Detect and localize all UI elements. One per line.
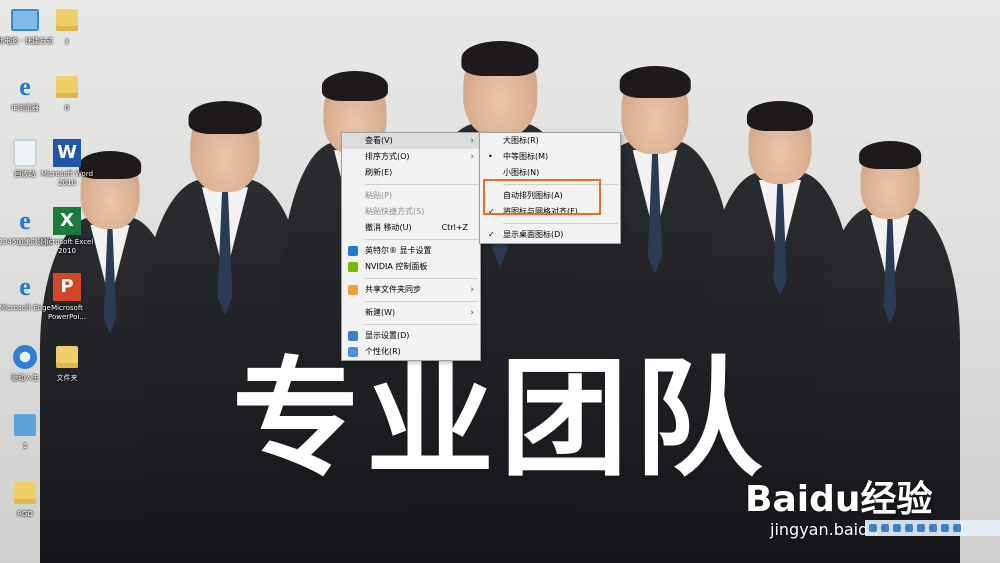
- menu-separator: [365, 239, 478, 240]
- tray-icon[interactable]: [893, 524, 901, 532]
- edge-icon: e: [19, 272, 31, 301]
- menu-item-label: 排序方式(O): [365, 152, 410, 161]
- desktop-wallpaper: 此电脑 - 快捷方式 y e IE浏览器 0 回收站 W Microsoft Word 201…: [0, 0, 1000, 563]
- menu-item: 粘贴快捷方式(S): [342, 204, 480, 220]
- system-tray: [865, 520, 1000, 536]
- menu-item[interactable]: 共享文件夹同步 ›: [342, 282, 480, 298]
- menu-item-label: 刷新(E): [365, 168, 393, 177]
- tray-icon[interactable]: [869, 524, 877, 532]
- folder-icon: [10, 478, 40, 508]
- desktop-icon-label: Microsoft Excel 2010: [40, 238, 94, 255]
- folder-icon: [52, 5, 82, 35]
- chevron-right-icon: ›: [470, 136, 474, 146]
- desktop-icon-folder-0[interactable]: 0: [38, 72, 96, 113]
- menu-item[interactable]: 显示设置(D): [342, 328, 480, 344]
- menu-item-label: 新建(W): [365, 308, 396, 317]
- desktop-icon-powerpoint[interactable]: P Microsoft PowerPoi...: [38, 272, 96, 322]
- menu-item[interactable]: ✓ 显示桌面图标(D): [480, 227, 620, 243]
- menu-item[interactable]: NVIDIA 控制面板: [342, 259, 480, 275]
- menu-item-label: 个性化(R): [365, 347, 401, 356]
- desktop-icon-folder-wenjianjia[interactable]: 文件夹: [38, 342, 96, 383]
- menu-item: 粘贴(P): [342, 188, 480, 204]
- sync-icon: [348, 285, 358, 295]
- desktop-icon-folder-rgd[interactable]: RGD: [0, 478, 54, 519]
- menu-item[interactable]: 英特尔® 显卡设置: [342, 243, 480, 259]
- desktop-icon-folder-y[interactable]: y: [38, 5, 96, 46]
- headline-text: 专业团队: [232, 345, 769, 494]
- menu-separator: [365, 278, 478, 279]
- folder-icon: [52, 342, 82, 372]
- menu-item[interactable]: 个性化(R): [342, 344, 480, 360]
- tray-icon[interactable]: [929, 524, 937, 532]
- desktop-icon-label: 文件夹: [56, 374, 78, 382]
- ie-icon: e: [19, 72, 31, 101]
- personalize-icon: [348, 347, 358, 357]
- menu-separator: [365, 324, 478, 325]
- excel-icon: X: [52, 206, 82, 236]
- nvidia-icon: [348, 262, 358, 272]
- desktop-icon-file-1[interactable]: 1: [0, 410, 54, 451]
- desktop-icon-label: Microsoft PowerPoi...: [47, 304, 87, 321]
- desktop-icon-label: 0: [64, 104, 70, 112]
- menu-item-label: 查看(V): [365, 136, 393, 145]
- radio-dot-icon: •: [488, 152, 493, 161]
- menu-separator: [365, 301, 478, 302]
- menu-item[interactable]: 刷新(E): [342, 165, 480, 181]
- file-icon: [10, 410, 40, 440]
- baidu-jingyan-logo: Baidu经验: [745, 479, 933, 520]
- menu-item-label: 英特尔® 显卡设置: [365, 246, 432, 255]
- word-icon: W: [52, 138, 82, 168]
- folder-icon: [52, 72, 82, 102]
- menu-separator: [365, 184, 478, 185]
- menu-item[interactable]: • 中等图标(M): [480, 149, 620, 165]
- tray-icon[interactable]: [881, 524, 889, 532]
- tray-icon[interactable]: [905, 524, 913, 532]
- ie-icon: e: [19, 206, 31, 235]
- menu-item[interactable]: 查看(V) ›: [342, 133, 480, 149]
- menu-item-label: 粘贴快捷方式(S): [365, 207, 425, 216]
- menu-item-label: 大图标(R): [503, 136, 539, 145]
- watermark-url: jingyan.baidu: [770, 520, 879, 539]
- desktop-icon-label: Microsoft Word 2010: [40, 170, 94, 187]
- gear-icon: [10, 342, 40, 372]
- chevron-right-icon: ›: [470, 285, 474, 295]
- menu-item-label: 显示桌面图标(D): [503, 230, 564, 239]
- tray-icon[interactable]: [917, 524, 925, 532]
- recycle-bin-icon: [10, 138, 40, 168]
- menu-item[interactable]: 新建(W) ›: [342, 305, 480, 321]
- annotation-highlight-box: [483, 179, 601, 215]
- display-icon: [348, 331, 358, 341]
- menu-item-label: 中等图标(M): [503, 152, 549, 161]
- powerpoint-icon: P: [52, 272, 82, 302]
- chevron-right-icon: ›: [470, 152, 474, 162]
- menu-item[interactable]: 排序方式(O) ›: [342, 149, 480, 165]
- intel-graphics-icon: [348, 246, 358, 256]
- menu-item[interactable]: 撤消 移动(U) Ctrl+Z: [342, 220, 480, 236]
- desktop-icon-label: 1: [22, 442, 28, 450]
- menu-item-label: 粘贴(P): [365, 191, 393, 200]
- menu-item-label: NVIDIA 控制面板: [365, 262, 428, 271]
- desktop-icon-label: RGD: [17, 510, 33, 518]
- menu-item-shortcut: Ctrl+Z: [441, 223, 468, 232]
- tray-icon[interactable]: [953, 524, 961, 532]
- desktop-context-menu: 查看(V) › 排序方式(O) › 刷新(E) 粘贴(P) 粘贴快捷方式(S) 撤消 移动(U…: [341, 132, 481, 361]
- tray-icon[interactable]: [941, 524, 949, 532]
- desktop-icon-label: y: [64, 37, 70, 45]
- menu-separator: [503, 223, 618, 224]
- chevron-right-icon: ›: [470, 308, 474, 318]
- menu-item-label: 共享文件夹同步: [365, 285, 421, 294]
- menu-item-label: 小图标(N): [503, 168, 540, 177]
- desktop-icon-word-2010[interactable]: W Microsoft Word 2010: [38, 138, 96, 188]
- checkmark-icon: ✓: [488, 230, 495, 239]
- desktop-icon-excel-2010[interactable]: X Microsoft Excel 2010: [38, 206, 96, 256]
- menu-item-label: 显示设置(D): [365, 331, 410, 340]
- monitor-icon: [10, 5, 40, 35]
- menu-item-label: 撤消 移动(U): [365, 223, 412, 232]
- menu-item[interactable]: 大图标(R): [480, 133, 620, 149]
